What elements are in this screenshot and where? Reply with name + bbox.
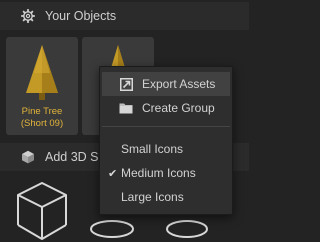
your-objects-header[interactable]: Your Objects <box>0 2 249 30</box>
menu-separator <box>102 126 230 127</box>
cube-icon <box>20 150 35 165</box>
small-icons-menu-item[interactable]: Small Icons <box>102 137 230 161</box>
checkmark-icon: ✔ <box>108 167 118 180</box>
objects-panel: Your Objects Pine Tree (Short 09) Add 3D… <box>0 0 249 242</box>
object-tile-label: Pine Tree (Short 09) <box>20 106 64 129</box>
cylinder-shape-preview <box>90 220 134 238</box>
cone-shape-preview <box>166 220 208 238</box>
create-group-menu-item[interactable]: Create Group <box>102 96 230 120</box>
gear-icon <box>20 9 35 24</box>
large-icons-menu-item[interactable]: Large Icons <box>102 185 230 209</box>
object-tile-pine-tree[interactable]: Pine Tree (Short 09) <box>6 37 78 135</box>
export-icon <box>119 77 133 91</box>
folder-icon <box>119 101 133 115</box>
your-objects-title: Your Objects <box>45 9 117 23</box>
export-assets-menu-item[interactable]: Export Assets <box>102 72 230 96</box>
cube-shape-preview <box>17 182 67 240</box>
context-menu: Export Assets Create Group Small Icons ✔… <box>99 66 233 215</box>
medium-icons-menu-item[interactable]: ✔ Medium Icons <box>102 161 230 185</box>
pine-tree-thumbnail <box>26 45 58 100</box>
